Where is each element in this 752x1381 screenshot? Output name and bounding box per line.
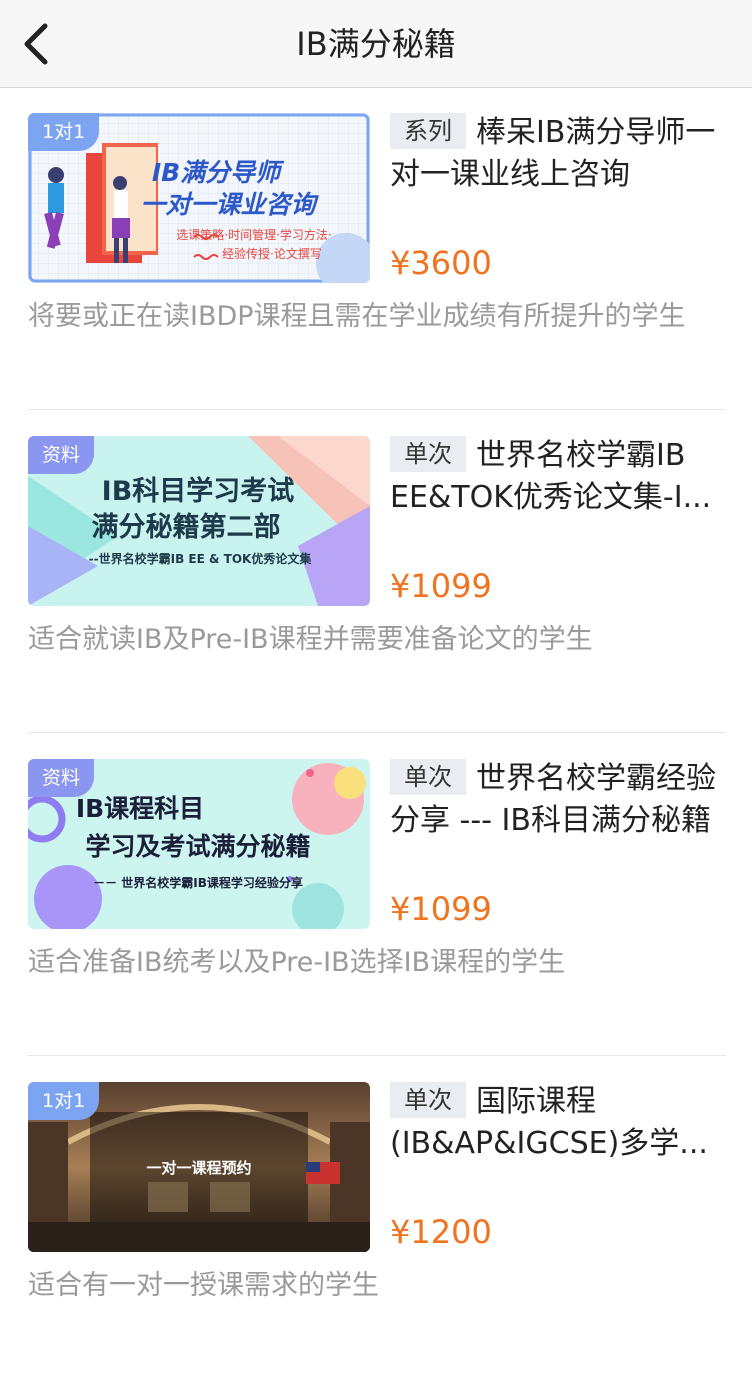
course-type-tag: 资料: [28, 759, 95, 797]
course-description: 适合有一对一授课需求的学生: [28, 1270, 379, 1301]
course-type-tag: 资料: [28, 436, 95, 474]
course-description: 适合就读IB及Pre-IB课程并需要准备论文的学生: [28, 624, 593, 655]
course-title-line1: 棒呆IB满分导师一: [476, 115, 716, 150]
banner-line2: 一对一课业咨询: [140, 190, 319, 219]
course-badge: 单次: [390, 759, 466, 795]
course-type-tag: 1对1: [28, 1082, 100, 1120]
course-title-line2: (IB&AP&IGCSE)多学...: [390, 1126, 708, 1161]
course-banner-image: IB科目学习考试 满分秘籍第二部 --世界名校学霸IB EE & TOK优秀论文…: [28, 436, 370, 606]
course-card[interactable]: 一对一课程预约 1对1 单次 国际课程 (IB&AP&IGCSE)多学... ¥…: [0, 1058, 752, 1381]
course-badge: 单次: [390, 1082, 466, 1118]
course-banner-image: 一对一课程预约 1对1: [28, 1082, 370, 1252]
nav-bar: IB满分秘籍: [0, 0, 752, 88]
course-price: ¥3600: [390, 244, 492, 282]
course-description: 将要或正在读IBDP课程且需在学业成绩有所提升的学生: [28, 301, 686, 332]
course-price: ¥1099: [390, 567, 492, 605]
course-badge: 单次: [390, 436, 466, 472]
course-badge: 系列: [390, 113, 466, 149]
page-title: IB满分秘籍: [296, 25, 456, 63]
banner-sub1: --世界名校学霸IB EE & TOK优秀论文集: [89, 551, 313, 566]
course-card[interactable]: IB满分导师 一对一课业咨询 选课策略·时间管理·学习方法· 经验传授·论文撰写…: [0, 89, 752, 412]
banner-sub2: 经验传授·论文撰写: [222, 246, 322, 261]
course-card[interactable]: IB科目学习考试 满分秘籍第二部 --世界名校学霸IB EE & TOK优秀论文…: [0, 412, 752, 735]
divider: [28, 1055, 726, 1056]
course-banner-image: IB课程科目 学习及考试满分秘籍 －－ 世界名校学霸IB课程学习经验分享 资料: [28, 759, 370, 929]
banner-sub1: －－ 世界名校学霸IB课程学习经验分享: [93, 875, 303, 890]
course-list: IB满分导师 一对一课业咨询 选课策略·时间管理·学习方法· 经验传授·论文撰写…: [0, 89, 752, 1381]
banner-line1: IB课程科目: [76, 794, 204, 823]
course-card[interactable]: IB课程科目 学习及考试满分秘籍 －－ 世界名校学霸IB课程学习经验分享 资料 …: [0, 735, 752, 1058]
banner-line1: IB科目学习考试: [102, 475, 295, 507]
banner-line2: 满分秘籍第二部: [92, 511, 281, 543]
course-title-line2: 对一课业线上咨询: [390, 157, 630, 192]
divider: [28, 409, 726, 410]
course-title-line2: EE&TOK优秀论文集-I...: [390, 480, 712, 515]
course-title-line2: 分享 --- IB科目满分秘籍: [390, 803, 711, 838]
divider: [28, 732, 726, 733]
course-description: 适合准备IB统考以及Pre-IB选择IB课程的学生: [28, 947, 566, 978]
banner-line1: IB满分导师: [152, 158, 285, 187]
course-title-line1: 国际课程: [476, 1084, 596, 1119]
banner-line2: 学习及考试满分秘籍: [85, 832, 310, 861]
course-title-line1: 世界名校学霸经验: [476, 761, 716, 796]
course-banner-image: IB满分导师 一对一课业咨询 选课策略·时间管理·学习方法· 经验传授·论文撰写…: [28, 113, 370, 283]
course-price: ¥1200: [390, 1213, 492, 1251]
banner-line1: 一对一课程预约: [146, 1159, 251, 1177]
course-type-tag: 1对1: [28, 113, 100, 151]
course-title-line1: 世界名校学霸IB: [476, 438, 686, 473]
course-price: ¥1099: [390, 890, 492, 928]
